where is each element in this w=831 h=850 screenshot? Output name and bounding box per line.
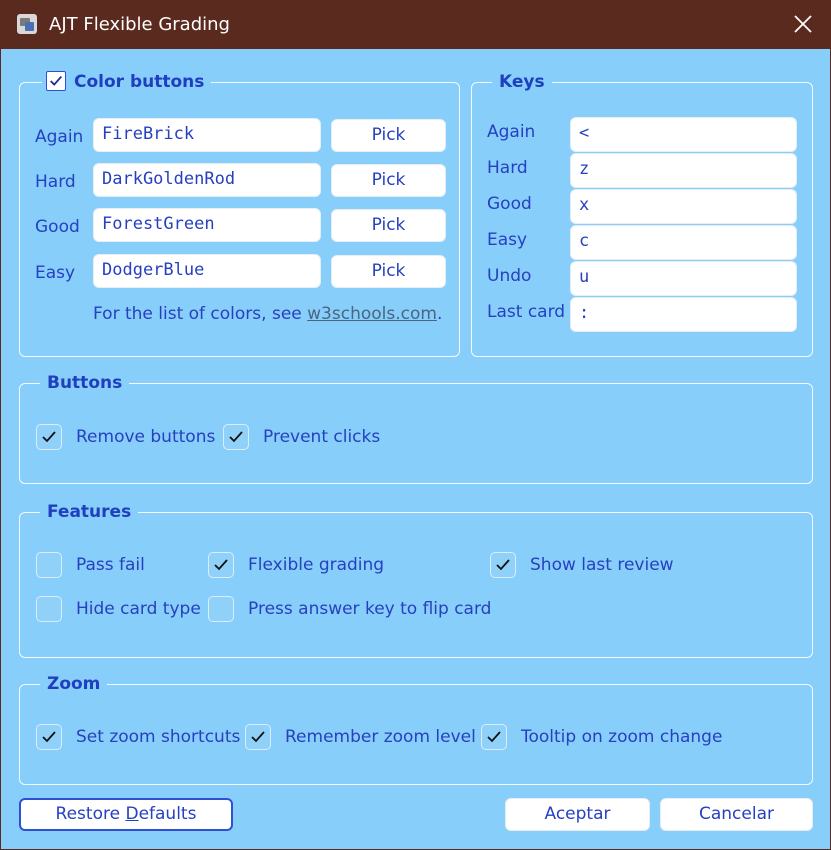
accept-button[interactable]: Aceptar — [505, 798, 650, 831]
buttons-title: Buttons — [40, 372, 130, 394]
key-field-again[interactable]: < — [570, 117, 797, 152]
pick-button-good[interactable]: Pick — [331, 209, 446, 242]
checkmark-icon — [487, 731, 501, 743]
restore-defaults-mnemonic: D — [125, 804, 139, 824]
key-label-easy: Easy — [487, 230, 528, 250]
key-label-last-card: Last card — [487, 302, 566, 322]
key-field-undo[interactable]: u — [570, 261, 797, 296]
checkmark-icon — [251, 731, 265, 743]
colors-note: For the list of colors, see w3schools.co… — [93, 303, 442, 325]
title-bar[interactable]: AJT Flexible Grading — [1, 1, 830, 49]
checkmark-icon — [229, 431, 243, 443]
checkmark-icon — [496, 559, 510, 571]
remove-buttons-label[interactable]: Remove buttons — [76, 426, 215, 448]
checkmark-icon — [214, 559, 228, 571]
cancel-button[interactable]: Cancelar — [660, 798, 813, 831]
window-title: AJT Flexible Grading — [49, 14, 230, 35]
w3schools-link[interactable]: w3schools.com — [307, 304, 437, 324]
close-icon — [794, 15, 812, 33]
remove-buttons-checkbox[interactable] — [36, 424, 62, 450]
set-zoom-shortcuts-checkbox[interactable] — [36, 724, 62, 750]
color-buttons-title: Color buttons — [74, 72, 205, 92]
prevent-clicks-checkbox[interactable] — [223, 424, 249, 450]
key-label-hard: Hard — [487, 158, 528, 178]
color-label-easy: Easy — [35, 263, 76, 283]
buttons-group: Buttons Remove buttons Prevent clicks — [19, 372, 813, 484]
tooltip-zoom-change-checkbox[interactable] — [481, 724, 507, 750]
colors-note-text: For the list of colors, see — [93, 304, 308, 324]
key-field-hard[interactable]: z — [570, 153, 797, 188]
key-field-good[interactable]: x — [570, 189, 797, 224]
color-buttons-header: Color buttons — [42, 71, 212, 93]
tooltip-zoom-change-label[interactable]: Tooltip on zoom change — [521, 726, 722, 748]
checkmark-icon — [50, 75, 62, 86]
prevent-clicks-label[interactable]: Prevent clicks — [263, 426, 380, 448]
press-answer-key-checkbox[interactable] — [208, 596, 234, 622]
color-buttons-checkbox[interactable] — [46, 71, 66, 91]
flexible-grading-label[interactable]: Flexible grading — [248, 554, 384, 576]
pick-button-easy[interactable]: Pick — [331, 255, 446, 288]
remember-zoom-level-label[interactable]: Remember zoom level — [285, 726, 476, 748]
key-field-easy[interactable]: c — [570, 225, 797, 260]
keys-group: Keys Again < Hard z Good x Easy c Undo u… — [471, 71, 813, 357]
checkmark-icon — [42, 731, 56, 743]
set-zoom-shortcuts-label[interactable]: Set zoom shortcuts — [76, 726, 240, 748]
press-answer-key-label[interactable]: Press answer key to flip card — [248, 598, 491, 620]
hide-card-type-label[interactable]: Hide card type — [76, 598, 201, 620]
color-label-again: Again — [35, 127, 84, 147]
restore-defaults-label-a: Restore — [55, 804, 126, 824]
pass-fail-checkbox[interactable] — [36, 552, 62, 578]
color-field-again[interactable]: FireBrick — [93, 118, 321, 152]
colors-note-period: . — [436, 304, 443, 324]
dialog-window: AJT Flexible Grading Color buttons Again… — [0, 0, 831, 850]
pick-button-again[interactable]: Pick — [331, 119, 446, 152]
color-field-easy[interactable]: DodgerBlue — [93, 254, 321, 288]
color-label-hard: Hard — [35, 172, 76, 192]
features-group: Features Pass fail Flexible grading Show… — [19, 501, 813, 658]
color-field-good[interactable]: ForestGreen — [93, 208, 321, 242]
pass-fail-label[interactable]: Pass fail — [76, 554, 145, 576]
zoom-title: Zoom — [40, 673, 108, 695]
flexible-grading-checkbox[interactable] — [208, 552, 234, 578]
key-label-undo: Undo — [487, 266, 532, 286]
remember-zoom-level-checkbox[interactable] — [245, 724, 271, 750]
hide-card-type-checkbox[interactable] — [36, 596, 62, 622]
color-label-good: Good — [35, 217, 80, 237]
key-field-last-card[interactable]: : — [570, 297, 797, 332]
show-last-review-checkbox[interactable] — [490, 552, 516, 578]
close-button[interactable] — [790, 11, 816, 37]
restore-defaults-label-b: efaults — [138, 804, 197, 824]
keys-title: Keys — [492, 71, 552, 93]
key-label-good: Good — [487, 194, 532, 214]
app-icon — [17, 14, 37, 34]
zoom-group: Zoom Set zoom shortcuts Remember zoom le… — [19, 673, 813, 785]
color-field-hard[interactable]: DarkGoldenRod — [93, 163, 321, 197]
color-buttons-group: Color buttons Again FireBrick Pick Hard … — [19, 71, 460, 357]
checkmark-icon — [42, 431, 56, 443]
features-title: Features — [40, 501, 139, 523]
show-last-review-label[interactable]: Show last review — [530, 554, 674, 576]
key-label-again: Again — [487, 122, 536, 142]
restore-defaults-button[interactable]: Restore Defaults — [19, 798, 233, 831]
pick-button-hard[interactable]: Pick — [331, 164, 446, 197]
